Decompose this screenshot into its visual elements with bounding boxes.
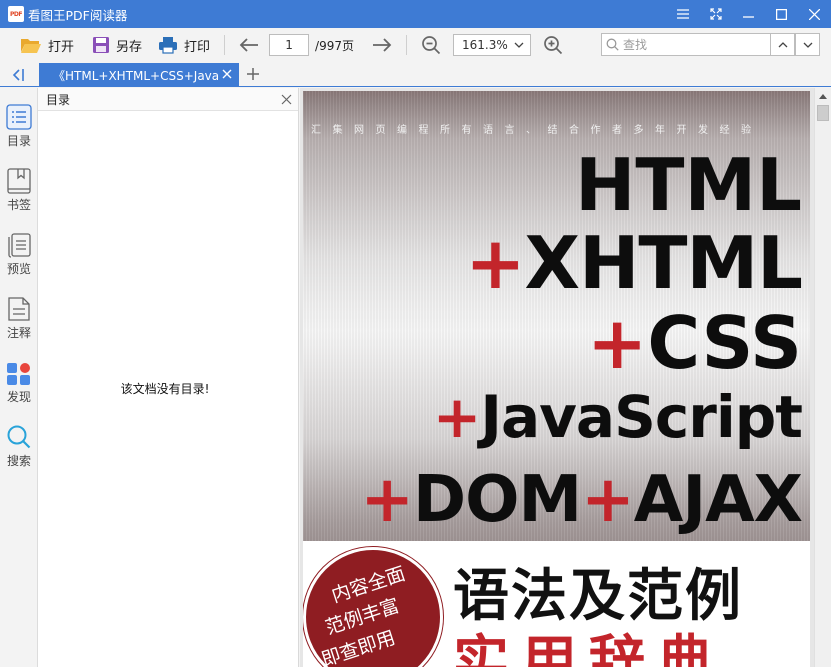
title-bar: PDF 看图王PDF阅读器 bbox=[0, 0, 831, 28]
page-total: /997页 bbox=[315, 38, 354, 53]
search-next-button[interactable] bbox=[795, 33, 820, 56]
sidebar-item-label: 注释 bbox=[6, 326, 31, 340]
vertical-scrollbar[interactable] bbox=[814, 88, 831, 667]
sidebar-item-label: 预览 bbox=[6, 262, 31, 276]
fullscreen-button[interactable] bbox=[699, 0, 732, 28]
triangle-up-icon bbox=[819, 93, 827, 99]
zoom-select[interactable]: 161.3% bbox=[453, 34, 531, 56]
tab-label: 《HTML+XHTML+CSS+JavaScript+DOM+AJAX语法及范例… bbox=[53, 68, 218, 83]
saveas-label: 另存 bbox=[116, 39, 143, 55]
sidebar-item-bookmark[interactable]: 书签 bbox=[0, 168, 38, 228]
tab-close-icon[interactable] bbox=[221, 68, 233, 80]
new-tab-icon[interactable] bbox=[246, 67, 260, 81]
scroll-up-button[interactable] bbox=[815, 88, 831, 104]
chevron-up-icon bbox=[778, 41, 787, 47]
arrow-left-icon bbox=[239, 38, 259, 52]
page-number-input[interactable]: 1 bbox=[269, 34, 310, 56]
toolbar-divider bbox=[406, 35, 407, 55]
zoom-out-icon bbox=[422, 36, 441, 55]
cover-title-text: HTML bbox=[575, 143, 802, 227]
note-icon bbox=[8, 297, 30, 321]
open-button[interactable]: 打开 bbox=[16, 31, 78, 59]
cover-title-line: +CSS bbox=[587, 301, 802, 385]
toc-header: 目录 bbox=[38, 88, 298, 111]
printer-icon bbox=[159, 37, 178, 54]
cover-title-text: +XHTML bbox=[465, 221, 803, 305]
zoom-out-button[interactable] bbox=[417, 31, 445, 59]
sidebar-item-preview[interactable]: 预览 bbox=[0, 232, 38, 292]
close-icon bbox=[809, 8, 820, 20]
apps-icon bbox=[7, 363, 30, 385]
cover-title-text: +JavaScript bbox=[432, 383, 803, 451]
app-title: 看图王PDF阅读器 bbox=[28, 7, 128, 23]
tab-document[interactable]: 《HTML+XHTML+CSS+JavaScript+DOM+AJAX语法及范例… bbox=[39, 63, 239, 87]
collapse-sidebar-button[interactable] bbox=[10, 67, 26, 83]
cover-title-line: +DOM+AJAX bbox=[360, 463, 803, 537]
sidebar-item-label: 目录 bbox=[6, 134, 31, 148]
minimize-button[interactable] bbox=[732, 0, 765, 28]
sidebar-item-search[interactable]: 搜索 bbox=[0, 424, 38, 484]
left-sidebar: 目录 书签 预览 注释 发现 搜索 bbox=[0, 88, 38, 667]
cover-tagline: 汇集网页编程所有语言、结合作者多年开发经验 bbox=[311, 125, 763, 136]
chevron-down-icon bbox=[514, 42, 524, 48]
pages-icon bbox=[8, 233, 31, 258]
minimize-icon bbox=[743, 15, 754, 18]
toolbar-divider bbox=[224, 35, 226, 55]
next-page-button[interactable] bbox=[368, 31, 396, 59]
search-placeholder: 查找 bbox=[623, 38, 648, 52]
prev-page-button[interactable] bbox=[235, 31, 263, 59]
scroll-thumb[interactable] bbox=[817, 105, 829, 121]
cover-title-line: +XHTML bbox=[465, 221, 803, 305]
sidebar-item-label: 发现 bbox=[6, 390, 31, 404]
sidebar-item-discover[interactable]: 发现 bbox=[0, 360, 38, 420]
zoom-value: 161.3% bbox=[462, 38, 508, 52]
chevron-down-icon bbox=[803, 42, 812, 48]
sidebar-item-notes[interactable]: 注释 bbox=[0, 296, 38, 356]
cover-subtitle-2: 实用辞典 bbox=[453, 630, 725, 667]
list-icon bbox=[6, 104, 32, 130]
save-icon bbox=[93, 37, 110, 53]
pdf-page: 汇集网页编程所有语言、结合作者多年开发经验 HTML +XHTML +CSS +… bbox=[303, 91, 810, 667]
cover-title-line: HTML bbox=[575, 143, 802, 227]
zoom-in-icon bbox=[544, 36, 563, 55]
search-prev-button[interactable] bbox=[770, 33, 795, 56]
saveas-button[interactable]: 另存 bbox=[88, 31, 146, 59]
maximize-button[interactable] bbox=[765, 0, 798, 28]
search-icon bbox=[7, 425, 31, 449]
toc-empty-message: 该文档没有目录! bbox=[120, 382, 210, 396]
toc-title: 目录 bbox=[46, 92, 71, 107]
arrow-right-icon bbox=[373, 38, 392, 52]
cover-title-text: +DOM+AJAX bbox=[360, 463, 803, 537]
toolbar: 打开 另存 打印 1 /997页 161.3% 查找 bbox=[0, 28, 831, 62]
window-controls bbox=[666, 0, 831, 28]
collapse-left-icon bbox=[12, 69, 24, 81]
sidebar-item-label: 书签 bbox=[6, 198, 31, 212]
toc-panel: 目录 该文档没有目录! bbox=[38, 88, 299, 667]
maximize-icon bbox=[776, 8, 787, 20]
cover-title-line: +JavaScript bbox=[432, 383, 803, 451]
fullscreen-icon bbox=[709, 8, 722, 20]
search-icon bbox=[606, 38, 619, 51]
menu-icon bbox=[676, 9, 689, 19]
app-logo: PDF bbox=[8, 6, 24, 22]
tab-strip: 《HTML+XHTML+CSS+JavaScript+DOM+AJAX语法及范例… bbox=[0, 62, 831, 87]
search-input[interactable]: 查找 bbox=[601, 33, 771, 56]
zoom-in-button[interactable] bbox=[539, 31, 567, 59]
open-label: 打开 bbox=[48, 39, 75, 55]
sidebar-item-label: 搜索 bbox=[6, 454, 31, 468]
document-view[interactable]: 汇集网页编程所有语言、结合作者多年开发经验 HTML +XHTML +CSS +… bbox=[300, 88, 814, 667]
close-icon[interactable] bbox=[281, 94, 292, 105]
print-button[interactable]: 打印 bbox=[154, 31, 214, 59]
cover-title-text: +CSS bbox=[587, 301, 802, 385]
menu-button[interactable] bbox=[666, 0, 699, 28]
sidebar-item-toc[interactable]: 目录 bbox=[0, 104, 38, 164]
print-label: 打印 bbox=[184, 39, 211, 55]
close-button[interactable] bbox=[798, 0, 831, 28]
folder-icon bbox=[21, 39, 41, 53]
bookmark-icon bbox=[7, 168, 31, 194]
